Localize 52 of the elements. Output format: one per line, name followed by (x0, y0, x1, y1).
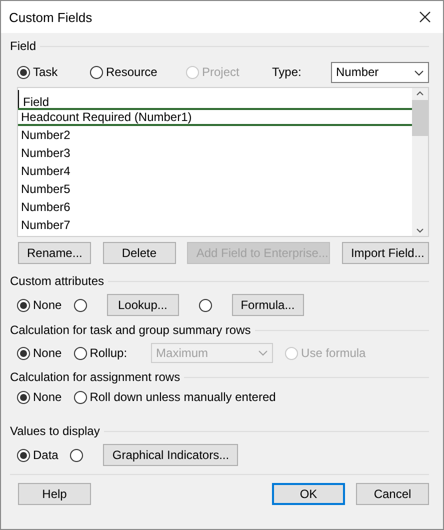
chevron-up-icon (416, 91, 424, 96)
close-icon (419, 11, 431, 23)
chevron-down-icon (416, 228, 424, 233)
radio-label: Data (33, 448, 58, 462)
scrollbar[interactable] (412, 88, 428, 236)
dialog-button[interactable]: Graphical Indicators... (103, 444, 238, 466)
section-title: Custom attributes (10, 274, 104, 289)
dialog-button[interactable]: OK (272, 483, 345, 505)
window-title: Custom Fields (9, 10, 92, 24)
radio-label: Resource (106, 65, 158, 80)
radio-button[interactable] (90, 66, 103, 79)
section-title: Calculation for assignment rows (10, 370, 180, 385)
table-row[interactable]: Number2 (18, 126, 412, 144)
scrollbar-thumb[interactable] (412, 100, 428, 136)
dialog-button[interactable]: Cancel (356, 483, 429, 505)
table-row[interactable]: Number4 (18, 162, 412, 180)
radio-label: None (33, 390, 62, 405)
chevron-down-icon (414, 70, 424, 76)
type-label: Type: (272, 65, 302, 80)
radio-button[interactable] (17, 391, 30, 404)
radio-button[interactable] (17, 346, 30, 360)
radio-label: Rollup: (90, 346, 128, 360)
radio-button[interactable] (74, 298, 87, 312)
dialog-button[interactable]: Rename... (18, 242, 91, 264)
table-row[interactable]: Number6 (18, 198, 412, 216)
radio-label: Task (33, 65, 58, 80)
radio-button[interactable] (74, 346, 87, 360)
section-title: Field (10, 39, 36, 54)
table-row[interactable]: Number7 (18, 216, 412, 234)
radio-button[interactable] (198, 298, 212, 312)
dialog-button[interactable]: Help (18, 483, 91, 505)
section-title: Calculation for task and group summary rows (10, 323, 251, 338)
dialog-button[interactable]: Delete (102, 242, 176, 264)
radio-label: None (33, 346, 62, 360)
radio-label: Roll down unless manually entered (90, 390, 276, 405)
radio-button[interactable] (17, 298, 30, 312)
table-row[interactable]: Number3 (18, 144, 412, 162)
radio-button[interactable] (74, 391, 87, 404)
table-row[interactable]: Number5 (18, 180, 412, 198)
radio-button[interactable] (17, 66, 30, 79)
table-row[interactable]: Headcount Required (Number1) (18, 108, 412, 126)
dialog-button[interactable]: Import Field... (342, 242, 429, 264)
dialog-button[interactable]: Lookup... (106, 294, 179, 316)
radio-label: Use formula (301, 346, 366, 360)
section-title: Values to display (10, 424, 100, 439)
dialog-button[interactable]: Formula... (232, 294, 304, 316)
radio-button[interactable] (70, 448, 84, 462)
radio-label: Project (202, 65, 240, 80)
radio-label: None (33, 298, 62, 312)
chevron-down-icon (258, 350, 268, 356)
radio-button[interactable] (17, 448, 30, 462)
type-dropdown[interactable]: Number (331, 62, 429, 83)
